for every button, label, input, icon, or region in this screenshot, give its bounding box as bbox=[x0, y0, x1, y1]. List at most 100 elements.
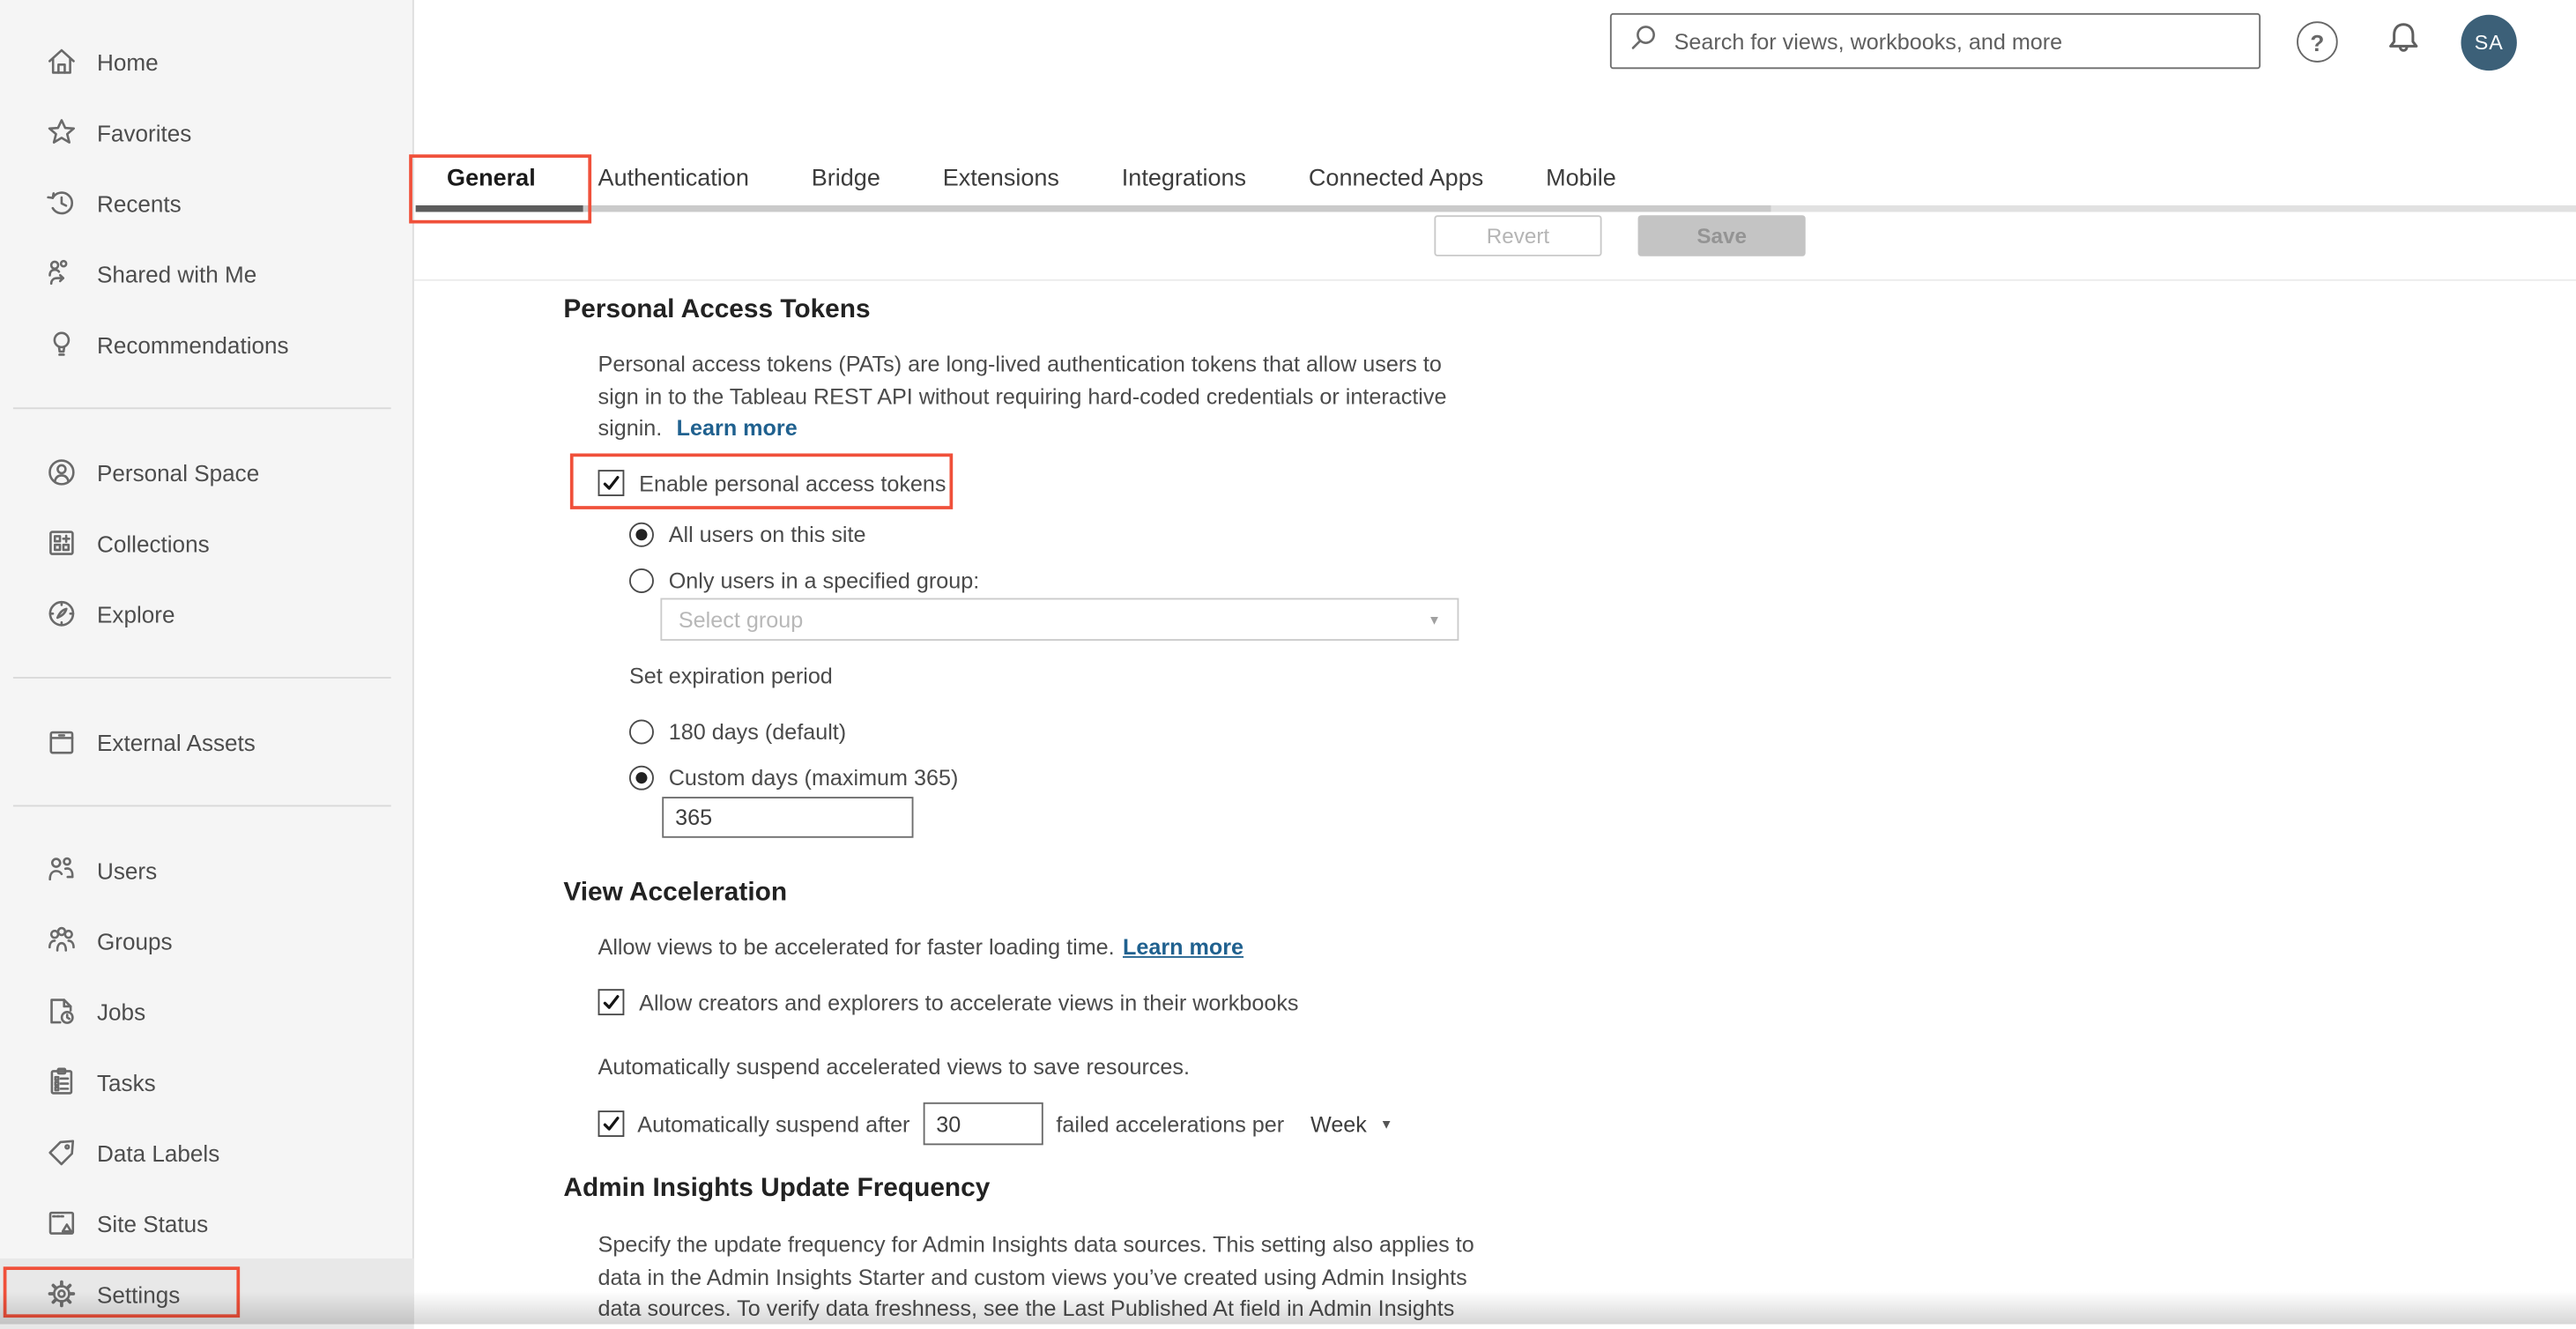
settings-tab-bar: General Authentication Bridge Extensions… bbox=[447, 160, 1616, 199]
suspend-suffix-label: failed accelerations per bbox=[1056, 1111, 1285, 1137]
period-chevron-down-icon[interactable]: ▼ bbox=[1380, 1117, 1393, 1132]
auto-suspend-checkbox[interactable] bbox=[598, 1110, 625, 1137]
recents-icon bbox=[44, 186, 78, 220]
sidebar-item-label: Settings bbox=[96, 1281, 181, 1307]
group-select-placeholder: Select group bbox=[678, 606, 804, 632]
sidebar-item-recents[interactable]: Recents bbox=[0, 167, 414, 238]
view-acceleration-learn-more-link[interactable]: Learn more bbox=[1123, 935, 1243, 960]
user-avatar[interactable]: SA bbox=[2461, 14, 2517, 71]
tab-integrations[interactable]: Integrations bbox=[1122, 166, 1246, 192]
sidebar-item-external-assets[interactable]: External Assets bbox=[0, 707, 414, 777]
sidebar-item-jobs[interactable]: Jobs bbox=[0, 976, 414, 1046]
enable-pat-checkbox[interactable] bbox=[598, 470, 625, 496]
tableau-settings-page: Home Favorites Recents Shared with Me Re… bbox=[0, 0, 2576, 1329]
all-users-radio[interactable] bbox=[628, 522, 654, 547]
allow-acceleration-row: Allow creators and explorers to accelera… bbox=[598, 989, 1299, 1016]
help-button[interactable]: ? bbox=[2297, 21, 2338, 63]
sidebar-item-label: Tasks bbox=[96, 1068, 156, 1095]
chevron-down-icon: ▼ bbox=[1428, 612, 1441, 627]
expiration-label: Set expiration period bbox=[628, 664, 833, 689]
revert-button[interactable]: Revert bbox=[1434, 215, 1602, 256]
search-icon bbox=[1628, 22, 1658, 60]
sidebar: Home Favorites Recents Shared with Me Re… bbox=[0, 0, 414, 1329]
tab-extensions[interactable]: Extensions bbox=[943, 166, 1059, 192]
sidebar-item-users[interactable]: Users bbox=[0, 835, 414, 905]
admin-insights-description-line: data in the Admin Insights Starter and c… bbox=[598, 1264, 1467, 1289]
sidebar-item-collections[interactable]: Collections bbox=[0, 508, 414, 578]
pat-description: Personal access tokens (PATs) are long-l… bbox=[598, 348, 1447, 444]
sidebar-item-favorites[interactable]: Favorites bbox=[0, 97, 414, 167]
sidebar-item-settings[interactable]: Settings bbox=[0, 1258, 414, 1329]
search-input[interactable] bbox=[1670, 26, 2260, 56]
sidebar-item-label: Site Status bbox=[96, 1209, 209, 1236]
tab-general[interactable]: General bbox=[447, 166, 536, 192]
pat-description-line-with-link: signin. Learn more bbox=[598, 415, 798, 441]
sidebar-item-shared-with-me[interactable]: Shared with Me bbox=[0, 238, 414, 308]
specified-group-label: Only users in a specified group: bbox=[668, 568, 980, 593]
sidebar-divider bbox=[12, 407, 391, 410]
view-acceleration-title: View Acceleration bbox=[563, 879, 788, 908]
help-icon: ? bbox=[2297, 21, 2338, 63]
suspend-note: Automatically suspend accelerated views … bbox=[598, 1054, 1191, 1080]
all-users-label: All users on this site bbox=[668, 522, 866, 547]
allow-acceleration-checkbox[interactable] bbox=[598, 989, 625, 1016]
enable-pat-row: Enable personal access tokens bbox=[598, 470, 947, 496]
sidebar-item-label: Shared with Me bbox=[96, 260, 257, 287]
tab-authentication[interactable]: Authentication bbox=[598, 166, 749, 192]
active-tab-underline bbox=[415, 205, 583, 212]
sidebar-item-label: External Assets bbox=[96, 728, 256, 755]
person-circle-icon bbox=[44, 455, 78, 489]
tab-underline-track-light bbox=[1771, 205, 2576, 212]
sidebar-item-label: Recents bbox=[96, 189, 182, 217]
sidebar-item-personal-space[interactable]: Personal Space bbox=[0, 437, 414, 508]
specified-group-radio[interactable] bbox=[628, 568, 654, 593]
tab-connected-apps[interactable]: Connected Apps bbox=[1309, 166, 1483, 192]
custom-days-input[interactable] bbox=[662, 797, 914, 838]
days-180-radio[interactable] bbox=[628, 719, 654, 745]
view-acceleration-description-row: Allow views to be accelerated for faster… bbox=[598, 935, 1243, 960]
global-search[interactable] bbox=[1609, 12, 2261, 70]
bell-icon bbox=[2380, 19, 2426, 73]
sidebar-item-data-labels[interactable]: Data Labels bbox=[0, 1117, 414, 1188]
tab-mobile[interactable]: Mobile bbox=[1546, 166, 1616, 192]
tab-bridge[interactable]: Bridge bbox=[812, 166, 880, 192]
star-icon bbox=[44, 115, 78, 149]
expiration-default-row: 180 days (default) bbox=[628, 719, 847, 745]
sidebar-item-groups[interactable]: Groups bbox=[0, 905, 414, 976]
allow-acceleration-label: Allow creators and explorers to accelera… bbox=[639, 990, 1299, 1015]
jobs-icon bbox=[44, 994, 78, 1028]
group-select-dropdown[interactable]: Select group ▼ bbox=[660, 598, 1459, 642]
pat-section-title: Personal Access Tokens bbox=[563, 295, 871, 324]
sidebar-item-home[interactable]: Home bbox=[0, 26, 414, 97]
sidebar-item-label: Explore bbox=[96, 600, 175, 627]
suspend-threshold-input[interactable] bbox=[923, 1102, 1043, 1146]
tag-icon bbox=[44, 1135, 78, 1169]
sidebar-nav-list: Home Favorites Recents Shared with Me Re… bbox=[0, 26, 414, 1329]
sidebar-item-tasks[interactable]: Tasks bbox=[0, 1046, 414, 1117]
pat-scope-all-users-row: All users on this site bbox=[628, 522, 866, 547]
admin-insights-title: Admin Insights Update Frequency bbox=[563, 1174, 991, 1203]
save-button[interactable]: Save bbox=[1637, 215, 1806, 256]
home-icon bbox=[44, 44, 78, 78]
header-divider bbox=[413, 278, 2576, 281]
sidebar-item-site-status[interactable]: Site Status bbox=[0, 1188, 414, 1258]
days-180-label: 180 days (default) bbox=[668, 719, 847, 745]
auto-suspend-row: Automatically suspend after failed accel… bbox=[598, 1102, 1393, 1146]
admin-insights-description: Specify the update frequency for Admin I… bbox=[598, 1229, 1474, 1325]
sidebar-item-recommendations[interactable]: Recommendations bbox=[0, 308, 414, 379]
sidebar-item-label: Users bbox=[96, 857, 158, 883]
admin-insights-description-line: Specify the update frequency for Admin I… bbox=[598, 1232, 1474, 1258]
groups-icon bbox=[44, 924, 78, 958]
sidebar-item-label: Collections bbox=[96, 530, 210, 557]
sidebar-divider bbox=[12, 805, 391, 807]
pat-learn-more-link[interactable]: Learn more bbox=[677, 416, 798, 441]
suspend-note-row: Automatically suspend accelerated views … bbox=[598, 1055, 1190, 1080]
custom-days-label: Custom days (maximum 365) bbox=[668, 765, 959, 791]
shared-with-me-icon bbox=[44, 256, 78, 291]
tab-underline-track bbox=[583, 205, 1771, 212]
notifications-button[interactable] bbox=[2380, 19, 2426, 73]
custom-days-radio[interactable] bbox=[628, 765, 654, 791]
collections-icon bbox=[44, 526, 78, 561]
sidebar-item-label: Recommendations bbox=[96, 330, 289, 358]
sidebar-item-explore[interactable]: Explore bbox=[0, 578, 414, 649]
